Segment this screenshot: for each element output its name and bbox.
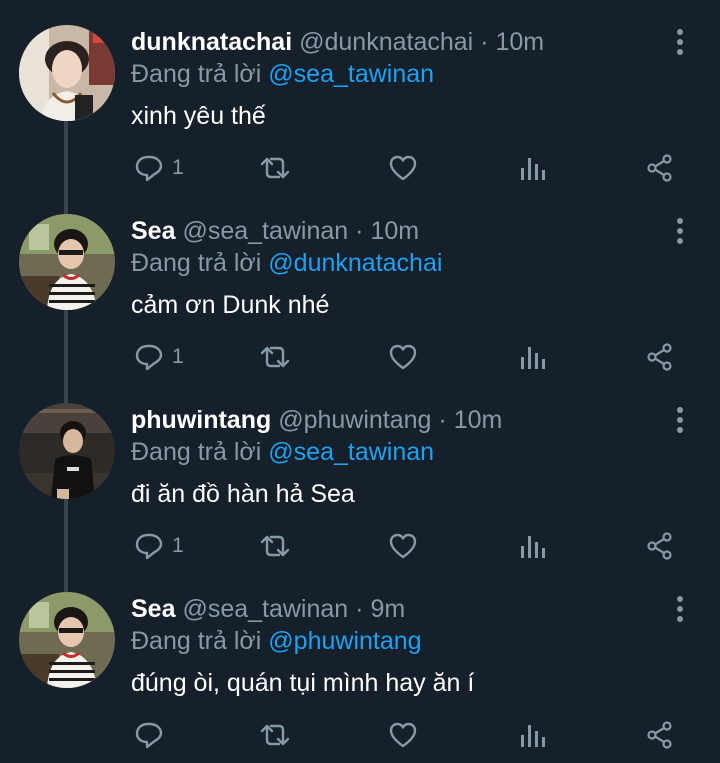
stats-icon	[521, 536, 545, 558]
avatar[interactable]	[19, 214, 115, 310]
share-button[interactable]	[645, 339, 675, 375]
replying-to: Đang trả lời @phuwintang	[131, 626, 422, 656]
retweet-icon	[260, 346, 290, 368]
action-bar: 1	[0, 339, 720, 375]
analytics-button[interactable]	[518, 717, 548, 753]
separator-dot: ·	[438, 406, 447, 434]
share-icon	[647, 343, 672, 371]
stats-icon	[521, 347, 545, 369]
stats-icon	[521, 725, 545, 747]
reply-count: 1	[172, 156, 184, 179]
tweet[interactable]: phuwintang @phuwintang · 10m Đang trả lờ…	[0, 378, 720, 567]
share-button[interactable]	[645, 150, 675, 186]
more-options-icon[interactable]	[668, 595, 692, 623]
reply-button[interactable]	[134, 717, 172, 753]
retweet-button[interactable]	[258, 339, 292, 375]
reply-thread: dunknatachai @dunknatachai · 10m Đang tr…	[0, 0, 720, 763]
separator-dot: ·	[355, 595, 364, 623]
share-button[interactable]	[645, 528, 675, 564]
thread-line	[64, 378, 68, 403]
tweet-text: đi ăn đồ hàn hả Sea	[131, 480, 355, 508]
heart-icon	[389, 344, 417, 370]
tweet-text: đúng òi, quán tụi mình hay ăn í	[131, 669, 475, 697]
separator-dot: ·	[355, 217, 364, 245]
share-icon	[647, 721, 672, 749]
username[interactable]: @phuwintang	[278, 406, 431, 434]
tweet-header: Sea @sea_tawinan · 10m	[131, 216, 419, 246]
avatar[interactable]	[19, 592, 115, 688]
username[interactable]: @sea_tawinan	[182, 595, 348, 623]
separator-dot: ·	[480, 28, 489, 56]
username[interactable]: @sea_tawinan	[182, 217, 348, 245]
tweet-text: cảm ơn Dunk nhé	[131, 291, 330, 319]
reply-count: 1	[172, 345, 184, 368]
reply-icon	[135, 722, 163, 749]
avatar[interactable]	[19, 25, 115, 121]
replying-prefix: Đang trả lời	[131, 627, 262, 655]
reply-icon	[135, 533, 163, 560]
retweet-button[interactable]	[258, 717, 292, 753]
more-options-icon[interactable]	[668, 28, 692, 56]
share-icon	[647, 154, 672, 182]
display-name[interactable]: dunknatachai	[131, 28, 292, 56]
replying-prefix: Đang trả lời	[131, 438, 262, 466]
analytics-button[interactable]	[518, 339, 548, 375]
tweet-header: Sea @sea_tawinan · 9m	[131, 594, 405, 624]
avatar[interactable]	[19, 403, 115, 499]
reply-icon	[135, 155, 163, 182]
mention-link[interactable]: @phuwintang	[268, 627, 421, 655]
retweet-button[interactable]	[258, 150, 292, 186]
replying-to: Đang trả lời @sea_tawinan	[131, 59, 434, 89]
analytics-button[interactable]	[518, 150, 548, 186]
timestamp[interactable]: 10m	[495, 28, 544, 56]
like-button[interactable]	[388, 150, 418, 186]
retweet-icon	[260, 724, 290, 746]
like-button[interactable]	[388, 717, 418, 753]
reply-button[interactable]: 1	[134, 150, 184, 186]
like-button[interactable]	[388, 339, 418, 375]
heart-icon	[389, 155, 417, 181]
action-bar: 1	[0, 528, 720, 564]
more-options-icon[interactable]	[668, 217, 692, 245]
replying-to: Đang trả lời @sea_tawinan	[131, 437, 434, 467]
thread-line	[64, 189, 68, 214]
stats-icon	[521, 158, 545, 180]
replying-to: Đang trả lời @dunknatachai	[131, 248, 442, 278]
timestamp[interactable]: 9m	[370, 595, 405, 623]
reply-button[interactable]: 1	[134, 528, 184, 564]
tweet-header: dunknatachai @dunknatachai · 10m	[131, 27, 544, 57]
replying-prefix: Đang trả lời	[131, 249, 262, 277]
tweet-header: phuwintang @phuwintang · 10m	[131, 405, 502, 435]
tweet[interactable]: Sea @sea_tawinan · 9m Đang trả lời @phuw…	[0, 567, 720, 756]
heart-icon	[389, 533, 417, 559]
tweet-text: xinh yêu thế	[131, 102, 266, 130]
retweet-button[interactable]	[258, 528, 292, 564]
retweet-icon	[260, 535, 290, 557]
display-name[interactable]: Sea	[131, 595, 175, 623]
display-name[interactable]: Sea	[131, 217, 175, 245]
mention-link[interactable]: @sea_tawinan	[268, 60, 434, 88]
tweet[interactable]: Sea @sea_tawinan · 10m Đang trả lời @dun…	[0, 189, 720, 378]
tweet[interactable]: dunknatachai @dunknatachai · 10m Đang tr…	[0, 0, 720, 189]
heart-icon	[389, 722, 417, 748]
timestamp[interactable]: 10m	[370, 217, 419, 245]
share-button[interactable]	[645, 717, 675, 753]
timestamp[interactable]: 10m	[454, 406, 503, 434]
like-button[interactable]	[388, 528, 418, 564]
analytics-button[interactable]	[518, 528, 548, 564]
share-icon	[647, 532, 672, 560]
reply-icon	[135, 344, 163, 371]
reply-count: 1	[172, 534, 184, 557]
more-options-icon[interactable]	[668, 406, 692, 434]
thread-line	[64, 567, 68, 592]
mention-link[interactable]: @sea_tawinan	[268, 438, 434, 466]
mention-link[interactable]: @dunknatachai	[268, 249, 442, 277]
action-bar	[0, 717, 720, 753]
retweet-icon	[260, 157, 290, 179]
replying-prefix: Đang trả lời	[131, 60, 262, 88]
action-bar: 1	[0, 150, 720, 186]
display-name[interactable]: phuwintang	[131, 406, 271, 434]
reply-button[interactable]: 1	[134, 339, 184, 375]
username[interactable]: @dunknatachai	[299, 28, 473, 56]
